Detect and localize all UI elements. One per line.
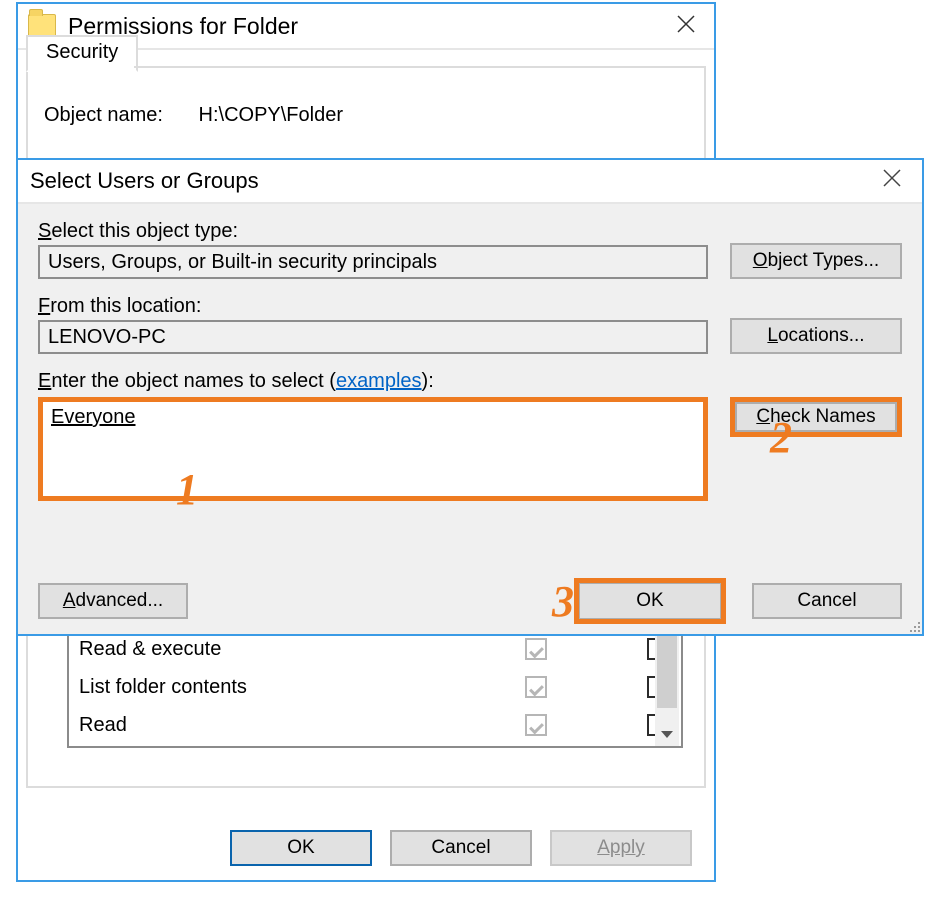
select-users-ok-button[interactable]: OK xyxy=(579,583,721,619)
check-names-highlight: Check Names xyxy=(730,397,902,437)
select-users-close-button[interactable] xyxy=(870,159,914,203)
perm-label: Read & execute xyxy=(79,638,525,661)
object-type-row: Select this object type: Users, Groups, … xyxy=(38,220,902,279)
perm-row: List folder contents xyxy=(79,668,681,706)
object-name-value: H:\COPY\Folder xyxy=(199,104,343,126)
select-users-button-bar: Advanced... OK Cancel xyxy=(38,578,902,624)
permissions-apply-button: Apply xyxy=(550,830,692,866)
tab-security[interactable]: Security xyxy=(26,35,138,72)
object-name-row: Object name: H:\COPY\Folder xyxy=(44,104,688,127)
location-row: From this location: LENOVO-PC Locations.… xyxy=(38,295,902,354)
locations-button[interactable]: Locations... xyxy=(730,318,902,354)
select-users-titlebar: Select Users or Groups xyxy=(18,160,922,204)
object-names-value: Everyone xyxy=(51,406,136,428)
permissions-button-bar: OK Cancel Apply xyxy=(18,830,714,866)
object-type-label: Select this object type: xyxy=(38,220,708,243)
permissions-ok-button[interactable]: OK xyxy=(230,830,372,866)
apply-label: Apply xyxy=(597,837,645,858)
location-value: LENOVO-PC xyxy=(38,320,708,354)
select-users-window: Select Users or Groups Select this objec… xyxy=(16,158,924,636)
object-name-label: Object name: xyxy=(44,104,163,127)
scrollbar-thumb[interactable] xyxy=(657,628,677,708)
perm-label: List folder contents xyxy=(79,676,525,699)
resize-grip-icon[interactable] xyxy=(906,618,920,632)
permissions-cancel-button[interactable]: Cancel xyxy=(390,830,532,866)
object-names-area: Everyone Check Names xyxy=(38,397,902,501)
select-users-cancel-button[interactable]: Cancel xyxy=(752,583,902,619)
tab-border xyxy=(134,66,706,68)
object-names-input[interactable]: Everyone xyxy=(38,397,708,501)
scrollbar-down-icon[interactable] xyxy=(655,722,679,746)
select-users-body: Select this object type: Users, Groups, … xyxy=(18,204,922,634)
perm-label: Read xyxy=(79,714,525,737)
examples-link[interactable]: examples xyxy=(336,370,422,392)
check-names-button[interactable]: Check Names xyxy=(735,402,897,432)
select-users-title: Select Users or Groups xyxy=(30,168,870,194)
location-label: From this location: xyxy=(38,295,708,318)
permissions-list: Read & execute List folder contents Read xyxy=(67,628,683,748)
enter-names-label: Enter the object names to select (exampl… xyxy=(38,370,902,393)
allow-checkbox[interactable] xyxy=(525,676,547,698)
close-icon xyxy=(883,169,901,193)
allow-checkbox[interactable] xyxy=(525,714,547,736)
close-icon xyxy=(677,13,695,39)
advanced-button[interactable]: Advanced... xyxy=(38,583,188,619)
perm-scrollbar[interactable] xyxy=(655,628,679,746)
ok-highlight: OK xyxy=(574,578,726,624)
permissions-title: Permissions for Folder xyxy=(68,13,664,40)
perm-row: Read xyxy=(79,706,681,744)
object-types-button[interactable]: Object Types... xyxy=(730,243,902,279)
permissions-close-button[interactable] xyxy=(664,4,708,48)
allow-checkbox[interactable] xyxy=(525,638,547,660)
object-type-value: Users, Groups, or Built-in security prin… xyxy=(38,245,708,279)
